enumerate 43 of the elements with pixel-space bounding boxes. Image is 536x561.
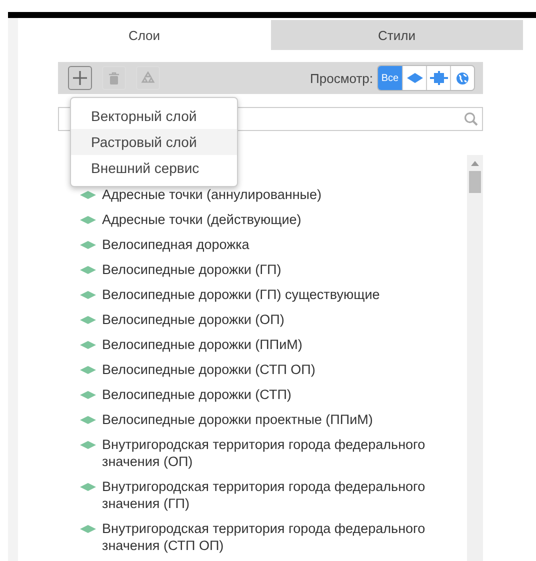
polygon-layer-icon (80, 291, 96, 299)
polygon-layer-icon (80, 525, 96, 533)
layer-name[interactable]: Велосипедные дорожки (ППиМ) (102, 336, 442, 353)
layer-name[interactable]: Велосипедные дорожки (СТП) (102, 386, 442, 403)
layer-name[interactable]: Внутригородская территория города федерального значения (ГП) (102, 478, 442, 512)
scrollbar[interactable] (467, 155, 483, 561)
scroll-up-icon[interactable] (471, 161, 479, 166)
layer-name[interactable]: Адресные точки (действующие) (102, 211, 442, 228)
polygon-layer-icon (80, 266, 96, 274)
tab[interactable]: Стили (270, 20, 523, 50)
menu-item[interactable]: Векторный слой (71, 103, 237, 129)
plus-icon (72, 70, 88, 86)
layer-name[interactable]: Адресные точки (аннулированные) (102, 186, 442, 203)
layer-name[interactable]: Велосипедные дорожки проектные (ППиМ) (102, 411, 442, 428)
trash-icon (108, 72, 120, 84)
polygon-layer-icon (80, 483, 96, 491)
menu-item[interactable]: Внешний сервис (71, 155, 237, 181)
layer-name[interactable]: Велосипедные дорожки (ГП) (102, 261, 442, 278)
layer-name[interactable]: Внутригородская территория города федерального значения (СТП ОП) (102, 520, 442, 554)
layer-name[interactable]: Велосипедная дорожка (102, 236, 442, 253)
polygon-layer-icon (80, 241, 96, 249)
polygon-layer-icon (80, 316, 96, 324)
search-icon (464, 112, 478, 126)
view-label: Просмотр: (310, 70, 373, 86)
polygon-layer-icon (80, 441, 96, 449)
layer-name[interactable]: Велосипедные дорожки (СТП ОП) (102, 361, 442, 378)
menu-item[interactable]: Растровый слой (71, 129, 237, 155)
polygon-layer-icon (80, 191, 96, 199)
polygon-layer-icon (80, 341, 96, 349)
globe-icon (456, 72, 469, 84)
polygon-layer-icon (80, 391, 96, 399)
add-button[interactable] (68, 66, 92, 90)
diamond-icon (406, 73, 422, 83)
polygon-layer-icon (80, 216, 96, 224)
polygon-layer-icon (80, 416, 96, 424)
layer-name[interactable]: Внутригородская территория города федерального значения (ОП) (102, 436, 442, 470)
line-view-button[interactable] (426, 66, 450, 90)
layer-name[interactable]: Велосипедные дорожки (ГП) существующие (102, 286, 442, 303)
globe-view-button[interactable] (450, 66, 474, 90)
polygon-layer-icon (80, 366, 96, 374)
layer-name[interactable]: Велосипедные дорожки (ОП) (102, 311, 442, 328)
polygon-view-button[interactable] (402, 66, 426, 90)
scrollbar-thumb[interactable] (469, 171, 481, 193)
